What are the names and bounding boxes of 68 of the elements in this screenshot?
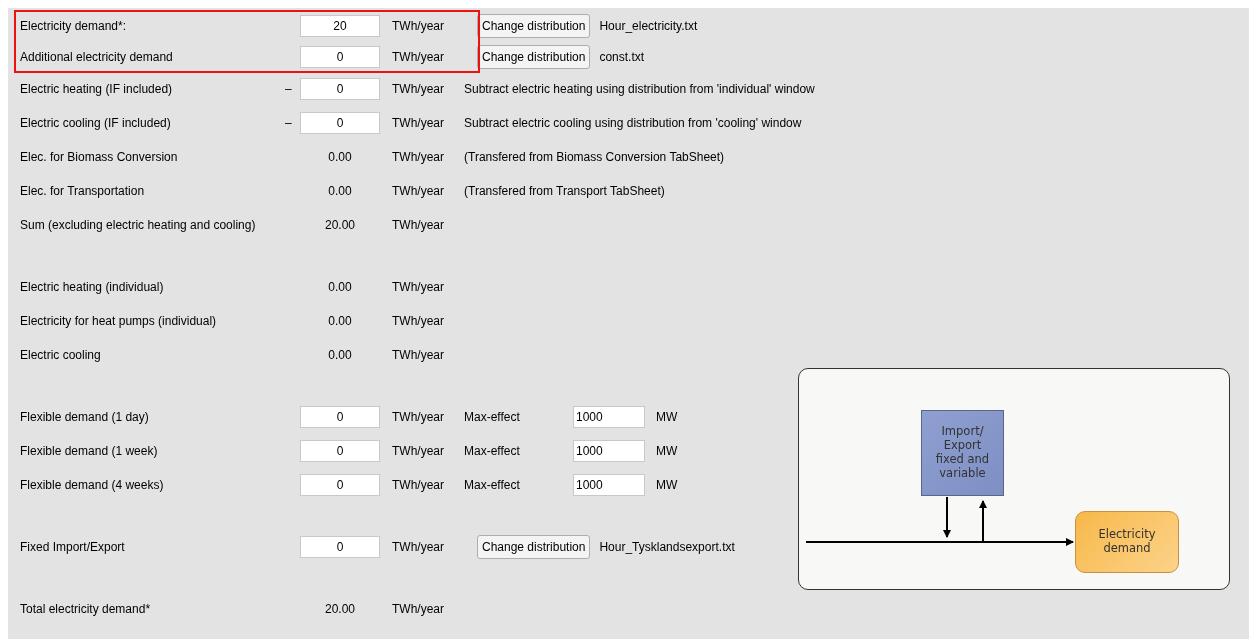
computed-value: 20.00 bbox=[324, 602, 356, 616]
file-name: const.txt bbox=[599, 49, 645, 64]
computed-value: 0.00 bbox=[327, 348, 353, 362]
unit-label: TWh/year bbox=[391, 218, 445, 232]
unit-label: MW bbox=[656, 478, 678, 492]
unit-label: TWh/year bbox=[391, 49, 445, 64]
computed-value: 0.00 bbox=[327, 280, 353, 294]
unit-label: TWh/year bbox=[391, 540, 445, 554]
field-label: Sum (excluding electric heating and cooling) bbox=[20, 218, 257, 232]
minus-sign: – bbox=[285, 116, 293, 130]
max-effect-label: Max-effect bbox=[464, 410, 521, 424]
input-field[interactable]: 0 bbox=[300, 474, 380, 496]
electricity-demand-node: Electricity demand bbox=[1075, 511, 1179, 573]
computed-value: 0.00 bbox=[327, 314, 353, 328]
unit-label: TWh/year bbox=[391, 602, 445, 616]
field-label: Electric heating (IF included) bbox=[20, 82, 174, 96]
file-name: Hour_Tysklandsexport.txt bbox=[599, 540, 735, 554]
input-field[interactable]: 0 bbox=[300, 406, 380, 428]
max-effect-field[interactable]: 1000 bbox=[573, 474, 645, 496]
unit-label: TWh/year bbox=[391, 314, 445, 328]
max-effect-field[interactable]: 1000 bbox=[573, 440, 645, 462]
max-effect-label: Max-effect bbox=[464, 478, 521, 492]
input-field[interactable]: 0 bbox=[300, 536, 380, 558]
input-field[interactable]: 0 bbox=[300, 440, 380, 462]
unit-label: TWh/year bbox=[391, 348, 445, 362]
field-label: Additional electricity demand bbox=[20, 49, 174, 64]
unit-label: TWh/year bbox=[391, 444, 445, 458]
note-text: (Transfered from Transport TabSheet) bbox=[464, 184, 665, 198]
field-label: Elec. for Biomass Conversion bbox=[20, 150, 179, 164]
input-field[interactable]: 0 bbox=[300, 112, 380, 134]
unit-label: TWh/year bbox=[391, 82, 445, 96]
unit-label: TWh/year bbox=[391, 150, 445, 164]
import-export-node: Import/ Export fixed and variable bbox=[921, 410, 1004, 496]
field-label: Electric cooling (IF included) bbox=[20, 116, 172, 130]
note-text: (Transfered from Biomass Conversion TabSheet) bbox=[464, 150, 725, 164]
note-text: Subtract electric cooling using distribution from 'cooling' window bbox=[464, 116, 802, 130]
unit-label: MW bbox=[656, 410, 678, 424]
unit-label: TWh/year bbox=[391, 184, 445, 198]
unit-label: TWh/year bbox=[391, 18, 445, 33]
field-label: Total electricity demand* bbox=[20, 602, 152, 616]
unit-label: MW bbox=[656, 444, 678, 458]
note-text: Subtract electric heating using distribution from 'individual' window bbox=[464, 82, 815, 96]
field-label: Flexible demand (1 day) bbox=[20, 410, 150, 424]
computed-value: 0.00 bbox=[327, 150, 353, 164]
computed-value: 0.00 bbox=[327, 184, 353, 198]
field-label: Elec. for Transportation bbox=[20, 184, 146, 198]
unit-label: TWh/year bbox=[391, 410, 445, 424]
input-field[interactable]: 0 bbox=[300, 45, 380, 68]
field-label: Flexible demand (1 week) bbox=[20, 444, 159, 458]
minus-sign: – bbox=[285, 82, 293, 96]
unit-label: TWh/year bbox=[391, 280, 445, 294]
field-label: Electricity demand*: bbox=[20, 18, 128, 33]
unit-label: TWh/year bbox=[391, 478, 445, 492]
field-label: Electric cooling bbox=[20, 348, 102, 362]
field-label: Flexible demand (4 weeks) bbox=[20, 478, 165, 492]
max-effect-field[interactable]: 1000 bbox=[573, 406, 645, 428]
unit-label: TWh/year bbox=[391, 116, 445, 130]
field-label: Fixed Import/Export bbox=[20, 540, 126, 554]
input-field[interactable]: 0 bbox=[300, 78, 380, 100]
change-distribution-button[interactable]: Change distribution bbox=[477, 13, 591, 38]
change-distribution-button[interactable]: Change distribution bbox=[477, 44, 591, 69]
field-label: Electricity for heat pumps (individual) bbox=[20, 314, 218, 328]
change-distribution-button[interactable]: Change distribution bbox=[477, 535, 591, 559]
input-field[interactable]: 20 bbox=[300, 14, 380, 37]
field-label: Electric heating (individual) bbox=[20, 280, 165, 294]
max-effect-label: Max-effect bbox=[464, 444, 521, 458]
file-name: Hour_electricity.txt bbox=[599, 18, 698, 33]
computed-value: 20.00 bbox=[324, 218, 356, 232]
